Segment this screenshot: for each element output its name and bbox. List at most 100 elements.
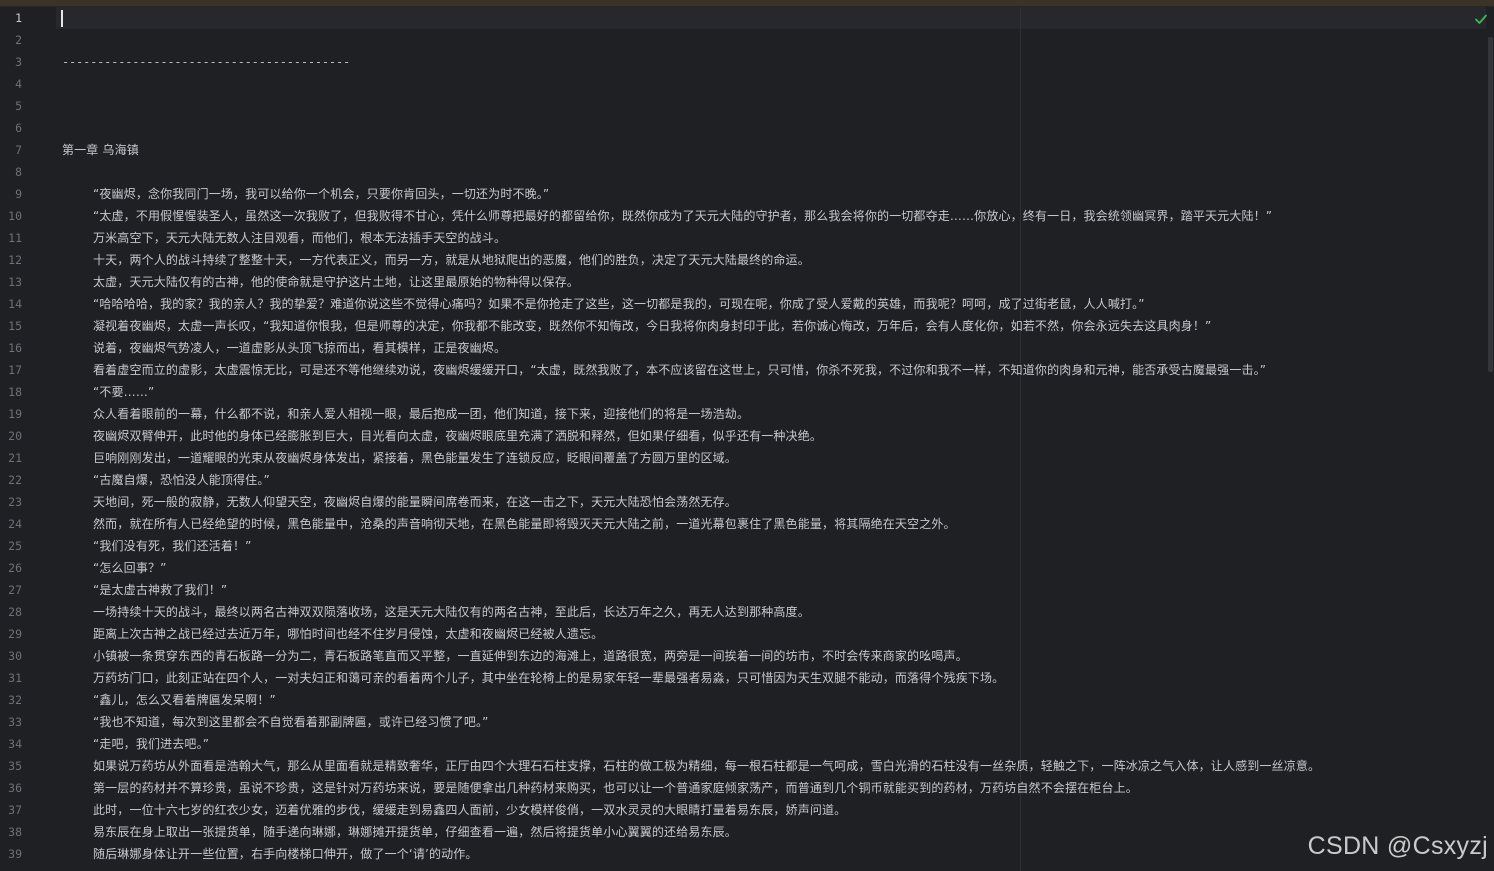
- editor-line[interactable]: 32 “鑫儿，怎么又看着牌匾发呆啊！”: [0, 689, 1494, 711]
- editor-line[interactable]: 7 第一章 乌海镇: [0, 139, 1494, 161]
- line-text[interactable]: “夜幽烬，念你我同门一场，我可以给你一个机会，只要你肯回头，一切还为时不晚。”: [93, 183, 549, 205]
- line-text[interactable]: 巨响刚刚发出，一道耀眼的光束从夜幽烬身体发出，紧接着，黑色能量发生了连锁反应，眨…: [93, 447, 737, 469]
- editor-line[interactable]: 5: [0, 95, 1494, 117]
- line-text[interactable]: 小镇被一条贯穿东西的青石板路一分为二，青石板路笔直而又平整，一直延伸到东边的海滩…: [93, 645, 968, 667]
- line-number: 2: [15, 33, 22, 47]
- line-text[interactable]: 如果说万药坊从外面看是浩翰大气，那么从里面看就是精致奢华，正厅由四个大理石石柱支…: [93, 755, 1320, 777]
- editor-line[interactable]: 31 万药坊门口，此刻正站在四个人，一对夫妇正和蔼可亲的看着两个儿子，其中坐在轮椅…: [0, 667, 1494, 689]
- line-number: 10: [8, 209, 22, 223]
- check-icon: [1475, 14, 1487, 24]
- editor-line[interactable]: 6: [0, 117, 1494, 139]
- line-number: 20: [8, 429, 22, 443]
- editor-line[interactable]: 14 “哈哈哈哈，我的家？我的亲人？我的挚爱？难道你说这些不觉得心痛吗？如果不是你…: [0, 293, 1494, 315]
- line-number: 35: [8, 759, 22, 773]
- line-number: 7: [15, 143, 22, 157]
- editor-line[interactable]: 11 万米高空下，天元大陆无数人注目观看，而他们，根本无法插手天空的战斗。: [0, 227, 1494, 249]
- line-text[interactable]: “我也不知道，每次到这里都会不自觉看着那副牌匾，或许已经习惯了吧。”: [93, 711, 489, 733]
- editor-line[interactable]: 21 巨响刚刚发出，一道耀眼的光束从夜幽烬身体发出，紧接着，黑色能量发生了连锁反应…: [0, 447, 1494, 469]
- line-text[interactable]: 第一章 乌海镇: [62, 139, 139, 161]
- line-text[interactable]: 易东辰在身上取出一张提货单，随手递向琳娜，琳娜摊开提货单，仔细查看一遍，然后将提…: [93, 821, 737, 843]
- editor-line[interactable]: 12 十天，两个人的战斗持续了整整十天，一方代表正义，而另一方，就是从地狱爬出的恶…: [0, 249, 1494, 271]
- line-text[interactable]: “古魔自爆，恐怕没人能顶得住。”: [93, 469, 270, 491]
- editor-line[interactable]: 23 天地间，死一般的寂静，无数人仰望天空，夜幽烬自爆的能量瞬间席卷而来，在这一击…: [0, 491, 1494, 513]
- line-number: 23: [8, 495, 22, 509]
- line-text[interactable]: 十天，两个人的战斗持续了整整十天，一方代表正义，而另一方，就是从地狱爬出的恶魔，…: [93, 249, 810, 271]
- editor-line[interactable]: 1: [0, 7, 1494, 29]
- line-text[interactable]: “我们没有死，我们还活着！”: [93, 535, 252, 557]
- editor-line[interactable]: 33 “我也不知道，每次到这里都会不自觉看着那副牌匾，或许已经习惯了吧。”: [0, 711, 1494, 733]
- editor-line[interactable]: 8: [0, 161, 1494, 183]
- editor-line[interactable]: 4: [0, 73, 1494, 95]
- editor-line[interactable]: 19 众人看着眼前的一幕，什么都不说，和亲人爱人相视一眼，最后抱成一团，他们知道，…: [0, 403, 1494, 425]
- scrollbar-thumb[interactable]: [1488, 37, 1493, 372]
- line-text[interactable]: 然而，就在所有人已经绝望的时候，黑色能量中，沧桑的声音响彻天地，在黑色能量即将毁…: [93, 513, 956, 535]
- line-text[interactable]: 天地间，死一般的寂静，无数人仰望天空，夜幽烬自爆的能量瞬间席卷而来，在这一击之下…: [93, 491, 737, 513]
- line-number: 6: [15, 121, 22, 135]
- line-number: 13: [8, 275, 22, 289]
- editor-line[interactable]: 22 “古魔自爆，恐怕没人能顶得住。”: [0, 469, 1494, 491]
- vertical-scrollbar[interactable]: [1486, 7, 1494, 871]
- editor-line[interactable]: 20 夜幽烬双臂伸开，此时他的身体已经膨胀到巨大，目光看向太虚，夜幽烬眼底里充满了…: [0, 425, 1494, 447]
- line-number: 36: [8, 781, 22, 795]
- editor-line[interactable]: 28 一场持续十天的战斗，最终以两名古神双双陨落收场，这是天元大陆仅有的两名古神，…: [0, 601, 1494, 623]
- line-number: 25: [8, 539, 22, 553]
- editor-content[interactable]: 1 2 3 -------------------------------------…: [0, 7, 1494, 865]
- editor-line[interactable]: 9 “夜幽烬，念你我同门一场，我可以给你一个机会，只要你肯回头，一切还为时不晚。”: [0, 183, 1494, 205]
- line-text[interactable]: “太虚，不用假惺惺装圣人，虽然这一次我败了，但我败得不甘心，凭什么师尊把最好的都…: [93, 205, 1272, 227]
- line-text[interactable]: ----------------------------------------…: [62, 51, 350, 73]
- line-text[interactable]: “怎么回事？”: [93, 557, 166, 579]
- editor-line[interactable]: 17 看着虚空而立的虚影，太虚震惊无比，可是还不等他继续劝说，夜幽烬缓缓开口，“太…: [0, 359, 1494, 381]
- editor-line[interactable]: 25 “我们没有死，我们还活着！”: [0, 535, 1494, 557]
- editor-line[interactable]: 36 第一层的药材并不算珍贵，虽说不珍贵，这是针对万药坊来说，要是随便拿出几种药材…: [0, 777, 1494, 799]
- editor-line[interactable]: 29 距离上次古神之战已经过去近万年，哪怕时间也经不住岁月侵蚀，太虚和夜幽烬已经被…: [0, 623, 1494, 645]
- line-number: 27: [8, 583, 22, 597]
- line-number: 38: [8, 825, 22, 839]
- line-text[interactable]: “走吧，我们进去吧。”: [93, 733, 209, 755]
- text-editor[interactable]: 1 2 3 -------------------------------------…: [0, 0, 1494, 871]
- editor-line[interactable]: 38 易东辰在身上取出一张提货单，随手递向琳娜，琳娜摊开提货单，仔细查看一遍，然后…: [0, 821, 1494, 843]
- editor-line[interactable]: 18 “不要……”: [0, 381, 1494, 403]
- line-text[interactable]: 众人看着眼前的一幕，什么都不说，和亲人爱人相视一眼，最后抱成一团，他们知道，接下…: [93, 403, 749, 425]
- line-number: 34: [8, 737, 22, 751]
- line-number: 39: [8, 847, 22, 861]
- line-number: 15: [8, 319, 22, 333]
- line-text[interactable]: 距离上次古神之战已经过去近万年，哪怕时间也经不住岁月侵蚀，太虚和夜幽烬已经被人遗…: [93, 623, 603, 645]
- editor-line[interactable]: 3 ---------------------------------------…: [0, 51, 1494, 73]
- line-text[interactable]: 随后琳娜身体让开一些位置，右手向楼梯口伸开，做了一个‘请’的动作。: [93, 843, 478, 865]
- editor-line[interactable]: 24 然而，就在所有人已经绝望的时候，黑色能量中，沧桑的声音响彻天地，在黑色能量即…: [0, 513, 1494, 535]
- line-text[interactable]: 第一层的药材并不算珍贵，虽说不珍贵，这是针对万药坊来说，要是随便拿出几种药材来购…: [93, 777, 1138, 799]
- editor-line[interactable]: 10 “太虚，不用假惺惺装圣人，虽然这一次我败了，但我败得不甘心，凭什么师尊把最好…: [0, 205, 1494, 227]
- editor-line[interactable]: 34 “走吧，我们进去吧。”: [0, 733, 1494, 755]
- line-text[interactable]: 万药坊门口，此刻正站在四个人，一对夫妇正和蔼可亲的看着两个儿子，其中坐在轮椅上的…: [93, 667, 1004, 689]
- editor-line[interactable]: 16 说着，夜幽烬气势凌人，一道虚影从头顶飞掠而出，看其模样，正是夜幽烬。: [0, 337, 1494, 359]
- line-text[interactable]: 夜幽烬双臂伸开，此时他的身体已经膨胀到巨大，目光看向太虚，夜幽烬眼底里充满了洒脱…: [93, 425, 822, 447]
- editor-line[interactable]: 37 此时，一位十六七岁的红衣少女，迈着优雅的步伐，缓缓走到易鑫四人面前，少女模样…: [0, 799, 1494, 821]
- editor-line[interactable]: 13 太虚，天元大陆仅有的古神，他的使命就是守护这片土地，让这里最原始的物种得以保…: [0, 271, 1494, 293]
- line-number: 12: [8, 253, 22, 267]
- line-number: 17: [8, 363, 22, 377]
- editor-line[interactable]: 30 小镇被一条贯穿东西的青石板路一分为二，青石板路笔直而又平整，一直延伸到东边的…: [0, 645, 1494, 667]
- line-text[interactable]: 看着虚空而立的虚影，太虚震惊无比，可是还不等他继续劝说，夜幽烬缓缓开口，“太虚，…: [93, 359, 1266, 381]
- line-text[interactable]: “是太虚古神救了我们！”: [93, 579, 227, 601]
- editor-line[interactable]: 15 凝视着夜幽烬，太虚一声长叹，“我知道你恨我，但是师尊的决定，你我都不能改变，…: [0, 315, 1494, 337]
- line-text[interactable]: “哈哈哈哈，我的家？我的亲人？我的挚爱？难道你说这些不觉得心痛吗？如果不是你抢走…: [93, 293, 1145, 315]
- line-number: 21: [8, 451, 22, 465]
- line-text[interactable]: “不要……”: [93, 381, 154, 403]
- line-text[interactable]: 万米高空下，天元大陆无数人注目观看，而他们，根本无法插手天空的战斗。: [93, 227, 506, 249]
- editor-line[interactable]: 27 “是太虚古神救了我们！”: [0, 579, 1494, 601]
- editor-line[interactable]: 39 随后琳娜身体让开一些位置，右手向楼梯口伸开，做了一个‘请’的动作。: [0, 843, 1494, 865]
- line-number: 32: [8, 693, 22, 707]
- editor-line[interactable]: 2: [0, 29, 1494, 51]
- line-number: 30: [8, 649, 22, 663]
- line-number: 4: [15, 77, 22, 91]
- editor-line[interactable]: 26 “怎么回事？”: [0, 557, 1494, 579]
- line-text[interactable]: “鑫儿，怎么又看着牌匾发呆啊！”: [93, 689, 276, 711]
- editor-line[interactable]: 35 如果说万药坊从外面看是浩翰大气，那么从里面看就是精致奢华，正厅由四个大理石石…: [0, 755, 1494, 777]
- line-text[interactable]: 说着，夜幽烬气势凌人，一道虚影从头顶飞掠而出，看其模样，正是夜幽烬。: [93, 337, 506, 359]
- line-text[interactable]: 一场持续十天的战斗，最终以两名古神双双陨落收场，这是天元大陆仅有的两名古神，至此…: [93, 601, 810, 623]
- line-text[interactable]: 太虚，天元大陆仅有的古神，他的使命就是守护这片土地，让这里最原始的物种得以保存。: [93, 271, 579, 293]
- line-text[interactable]: 此时，一位十六七岁的红衣少女，迈着优雅的步伐，缓缓走到易鑫四人面前，少女模样俊俏…: [93, 799, 846, 821]
- line-number: 31: [8, 671, 22, 685]
- text-cursor: [61, 10, 63, 27]
- line-text[interactable]: 凝视着夜幽烬，太虚一声长叹，“我知道你恨我，但是师尊的决定，你我都不能改变，既然…: [93, 315, 1211, 337]
